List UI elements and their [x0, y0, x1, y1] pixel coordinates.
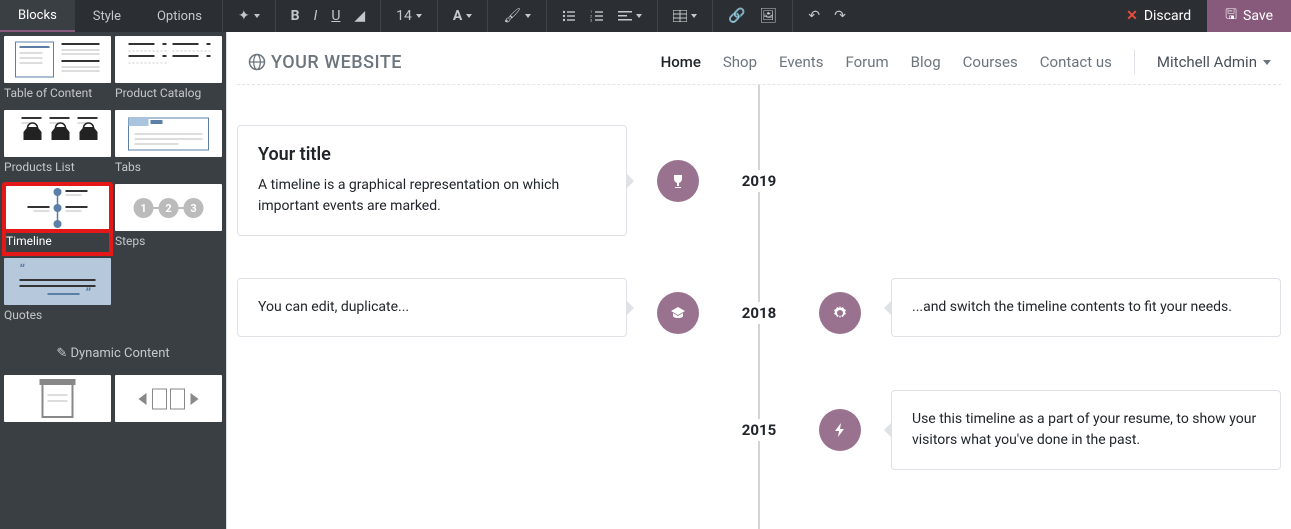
redo-icon: ↷ — [834, 8, 846, 24]
block-dynamic-1[interactable] — [4, 375, 111, 422]
save-button[interactable]: 🖫Save — [1207, 0, 1291, 32]
timeline-card-text[interactable]: A timeline is a graphical representation… — [258, 175, 606, 217]
nav-divider — [1134, 50, 1135, 74]
block-products-list[interactable]: Products List — [4, 110, 111, 180]
site-nav: Home Shop Events Forum Blog Courses Cont… — [661, 50, 1271, 74]
blocks-sidebar: Table of Content Product Catalog Product… — [0, 32, 226, 529]
svg-text:2: 2 — [165, 202, 171, 215]
timeline-row-2[interactable]: You can edit, duplicate... ...and switch… — [237, 278, 1281, 348]
redo-button[interactable]: ↷ — [827, 0, 853, 32]
block-dynamic-2[interactable] — [115, 375, 222, 422]
font-color-icon: A — [453, 8, 462, 24]
timeline-row-1[interactable]: Your title A timeline is a graphical rep… — [237, 125, 1281, 236]
nav-courses[interactable]: Courses — [963, 53, 1018, 71]
timeline-row-3[interactable]: Use this timeline as a part of your resu… — [237, 390, 1281, 470]
timeline-dot-3[interactable] — [819, 409, 861, 451]
editor-topbar: Blocks Style Options ✦ B I U ◢ 14 A 🖌 12… — [0, 0, 1291, 32]
nav-events[interactable]: Events — [779, 53, 823, 71]
highlight-dropdown[interactable]: 🖌 — [496, 0, 538, 32]
globe-icon — [247, 52, 267, 72]
site-logo[interactable]: YOUR WEBSITE — [247, 52, 402, 73]
timeline-card-text[interactable]: ...and switch the timeline contents to f… — [912, 297, 1260, 318]
table-dropdown[interactable] — [666, 0, 704, 32]
magic-wand-button[interactable]: ✦ — [231, 0, 267, 32]
link-button[interactable]: 🔗 — [721, 0, 752, 32]
undo-icon: ↶ — [808, 8, 820, 24]
tab-options[interactable]: Options — [139, 0, 220, 32]
chevron-down-icon — [1263, 60, 1271, 65]
nav-blog[interactable]: Blog — [911, 53, 941, 71]
svg-text:1: 1 — [140, 202, 146, 215]
block-tabs[interactable]: Tabs — [115, 110, 222, 180]
nav-forum[interactable]: Forum — [845, 53, 888, 71]
font-color-dropdown[interactable]: A — [446, 0, 479, 32]
magic-wand-icon: ✦ — [238, 8, 250, 24]
eraser-button[interactable]: ◢ — [347, 0, 372, 32]
site-header: YOUR WEBSITE Home Shop Events Forum Blog… — [237, 32, 1281, 85]
svg-text:3: 3 — [590, 18, 592, 23]
save-icon: 🖫 — [1225, 4, 1237, 28]
image-button[interactable]: 🖼 — [753, 0, 785, 32]
timeline-year-2[interactable]: 2018 — [742, 302, 776, 324]
brush-icon: 🖌 — [503, 8, 521, 24]
timeline-dot-2-right[interactable] — [819, 292, 861, 334]
timeline-card-text[interactable]: You can edit, duplicate... — [258, 297, 606, 318]
nav-home[interactable]: Home — [661, 53, 701, 71]
close-icon: ✕ — [1126, 8, 1138, 24]
timeline-dot-2-left[interactable] — [657, 292, 699, 334]
timeline-card-3[interactable]: Use this timeline as a part of your resu… — [891, 390, 1281, 470]
graduation-cap-icon — [670, 305, 686, 321]
website-canvas[interactable]: YOUR WEBSITE Home Shop Events Forum Blog… — [226, 32, 1291, 529]
timeline-dot-1[interactable] — [657, 160, 699, 202]
underline-button[interactable]: U — [324, 0, 347, 32]
nav-contact[interactable]: Contact us — [1040, 53, 1112, 71]
timeline-block[interactable]: Your title A timeline is a graphical rep… — [237, 85, 1281, 529]
trophy-icon — [670, 173, 686, 189]
tab-style[interactable]: Style — [75, 0, 139, 32]
svg-text:3: 3 — [190, 202, 196, 215]
link-icon: 🔗 — [728, 8, 745, 24]
discard-button[interactable]: ✕Discard — [1110, 0, 1207, 32]
block-steps[interactable]: 123 Steps — [115, 184, 222, 254]
block-timeline[interactable]: Timeline — [4, 184, 111, 254]
font-size-dropdown[interactable]: 14 — [389, 0, 429, 32]
timeline-year-3[interactable]: 2015 — [742, 419, 776, 441]
eraser-icon: ◢ — [354, 8, 365, 24]
block-quotes[interactable]: “” Quotes — [4, 258, 111, 328]
nav-shop[interactable]: Shop — [723, 53, 757, 71]
bold-button[interactable]: B — [284, 0, 307, 32]
tab-blocks[interactable]: Blocks — [0, 0, 75, 32]
block-product-catalog[interactable]: Product Catalog — [115, 36, 222, 106]
undo-button[interactable]: ↶ — [801, 0, 827, 32]
number-list-button[interactable]: 123 — [583, 0, 611, 32]
user-menu[interactable]: Mitchell Admin — [1157, 53, 1271, 71]
image-icon: 🖼 — [760, 8, 778, 24]
timeline-card-text[interactable]: Use this timeline as a part of your resu… — [912, 409, 1260, 451]
align-dropdown[interactable] — [611, 0, 649, 32]
block-table-of-content[interactable]: Table of Content — [4, 36, 111, 106]
svg-text:”: ” — [86, 286, 92, 302]
italic-button[interactable]: I — [307, 0, 325, 32]
timeline-card-title[interactable]: Your title — [258, 144, 606, 165]
bolt-icon — [832, 422, 848, 438]
editor-tabs: Blocks Style Options — [0, 0, 220, 32]
bullet-list-button[interactable] — [555, 0, 583, 32]
timeline-card-2-right[interactable]: ...and switch the timeline contents to f… — [891, 278, 1281, 337]
svg-text:“: “ — [20, 262, 26, 278]
gear-icon — [832, 305, 848, 321]
timeline-year-1[interactable]: 2019 — [742, 170, 776, 192]
section-dynamic-content: Dynamic Content — [4, 332, 222, 371]
timeline-card-1[interactable]: Your title A timeline is a graphical rep… — [237, 125, 627, 236]
timeline-card-2-left[interactable]: You can edit, duplicate... — [237, 278, 627, 337]
